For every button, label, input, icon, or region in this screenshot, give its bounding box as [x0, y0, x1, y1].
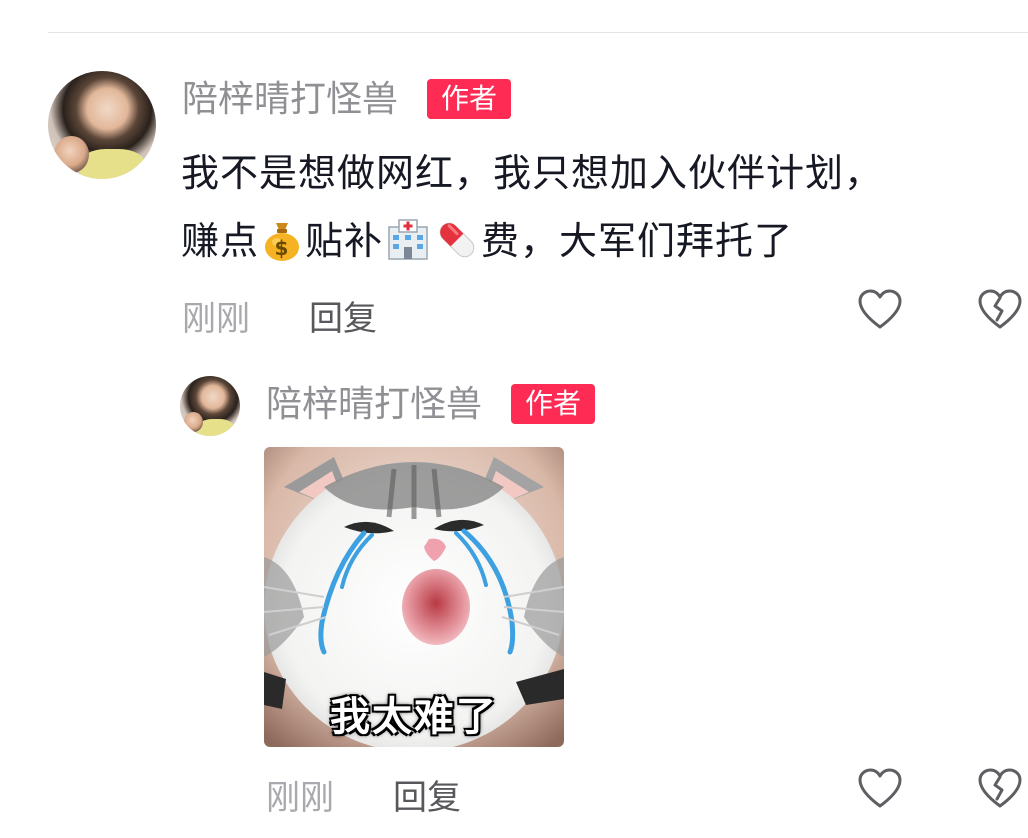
reply-time: 刚刚 — [266, 778, 334, 818]
reply-username[interactable]: 陪梓晴打怪兽 — [266, 383, 482, 427]
dislike-broken-heart-icon[interactable] — [976, 289, 1024, 331]
like-heart-icon[interactable] — [857, 768, 903, 810]
comment-text: 我不是想做网红，我只想加入伙伴计划， 赚点 $ 贴补 费，大军们拜托了 — [181, 139, 883, 275]
dislike-broken-heart-icon[interactable] — [976, 768, 1024, 810]
comment-text-line1: 我不是想做网红，我只想加入伙伴计划， — [181, 151, 884, 195]
crying-cat-sticker[interactable]: 我太难了 — [264, 447, 564, 747]
avatar[interactable] — [48, 71, 156, 179]
comment-text-line2: 赚点 $ 贴补 费，大军们拜托了 — [181, 207, 883, 275]
reply-button[interactable]: 回复 — [393, 770, 461, 819]
comment-username[interactable]: 陪梓晴打怪兽 — [182, 78, 398, 122]
sticker-caption: 我太难了 — [330, 694, 498, 740]
comment-text-part-b: 贴补 — [305, 219, 384, 263]
comment-text-part-c: 费，大军们拜托了 — [481, 219, 794, 263]
comment-time: 刚刚 — [182, 299, 250, 339]
top-divider — [48, 32, 1028, 33]
comment-text-part-a: 赚点 — [181, 219, 260, 263]
money-bag-icon: $ — [265, 222, 300, 261]
author-badge: 作者 — [427, 79, 511, 119]
avatar[interactable] — [180, 376, 240, 436]
svg-text:$: $ — [275, 236, 290, 260]
author-badge: 作者 — [511, 384, 595, 424]
pill-icon — [439, 222, 475, 257]
like-heart-icon[interactable] — [857, 289, 903, 331]
reply-button[interactable]: 回复 — [309, 291, 377, 340]
hospital-icon — [388, 218, 428, 260]
